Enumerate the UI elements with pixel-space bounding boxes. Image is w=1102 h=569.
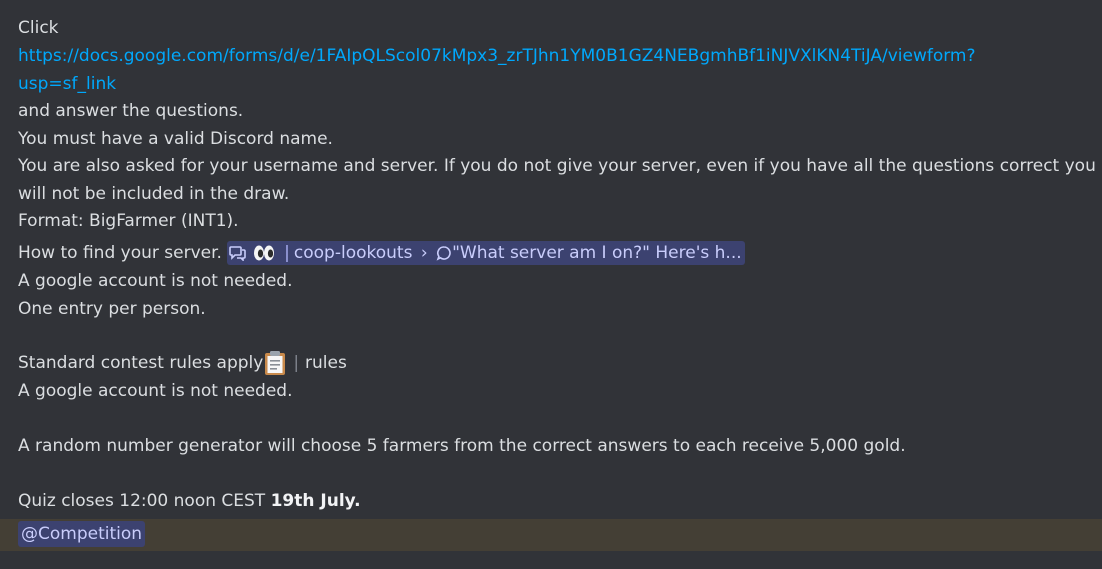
- message-line-discord-name: You must have a valid Discord name.: [18, 129, 333, 149]
- contest-rules-text: Standard contest rules apply: [18, 353, 264, 373]
- rules-separator: |: [293, 353, 300, 373]
- rules-channel-link[interactable]: rules: [305, 353, 347, 373]
- message-line-random-generator: A random number generator will choose 5 …: [18, 436, 906, 456]
- quiz-close-date: 19th July.: [270, 491, 361, 511]
- message-line-contest-rules: Standard contest rules apply | rules: [18, 350, 347, 377]
- threads-icon: [229, 246, 247, 261]
- message-line-server-b: will not be included in the draw.: [18, 184, 290, 204]
- message-line-role-mention: @Competition: [18, 521, 146, 548]
- message-line-find-server: How to find your server. | coop-lookouts …: [18, 240, 745, 267]
- form-link[interactable]: https://docs.google.com/forms/d/e/1FAIpQ…: [18, 43, 976, 70]
- message-line-google-account-repeat: A google account is not needed.: [18, 381, 293, 401]
- message-line-quiz-closes: Quiz closes 12:00 noon CEST 19th July.: [18, 488, 361, 515]
- clipboard-emoji-icon: [265, 351, 286, 375]
- message-line-format: Format: BigFarmer (INT1).: [18, 211, 239, 231]
- eyes-emoji-icon: [253, 245, 274, 261]
- message-line-answer: and answer the questions.: [18, 101, 244, 121]
- role-mention-competition[interactable]: @Competition: [18, 521, 146, 547]
- message-body: Click https://docs.google.com/forms/d/e/…: [0, 0, 1102, 569]
- chevron-right-icon: ›: [420, 243, 428, 263]
- channel-separator: |: [284, 243, 290, 263]
- form-link-continued[interactable]: usp=sf_link: [18, 71, 116, 98]
- thread-name: "What server am I on?" Here's h...: [452, 243, 742, 263]
- quiz-closes-text: Quiz closes 12:00 noon CEST: [18, 491, 271, 511]
- thread-bubble-icon: [436, 246, 451, 261]
- find-server-text: How to find your server.: [18, 243, 222, 263]
- thread-channel-mention[interactable]: | coop-lookouts › "What server am I on?" …: [227, 241, 745, 265]
- message-line-one-entry: One entry per person.: [18, 299, 206, 319]
- message-line-google-account: A google account is not needed.: [18, 271, 293, 291]
- mention-highlight-row: [0, 519, 1102, 551]
- message-line-server-a: You are also asked for your username and…: [18, 156, 1096, 176]
- channel-name: coop-lookouts: [293, 243, 413, 263]
- message-line-click: Click: [18, 18, 59, 38]
